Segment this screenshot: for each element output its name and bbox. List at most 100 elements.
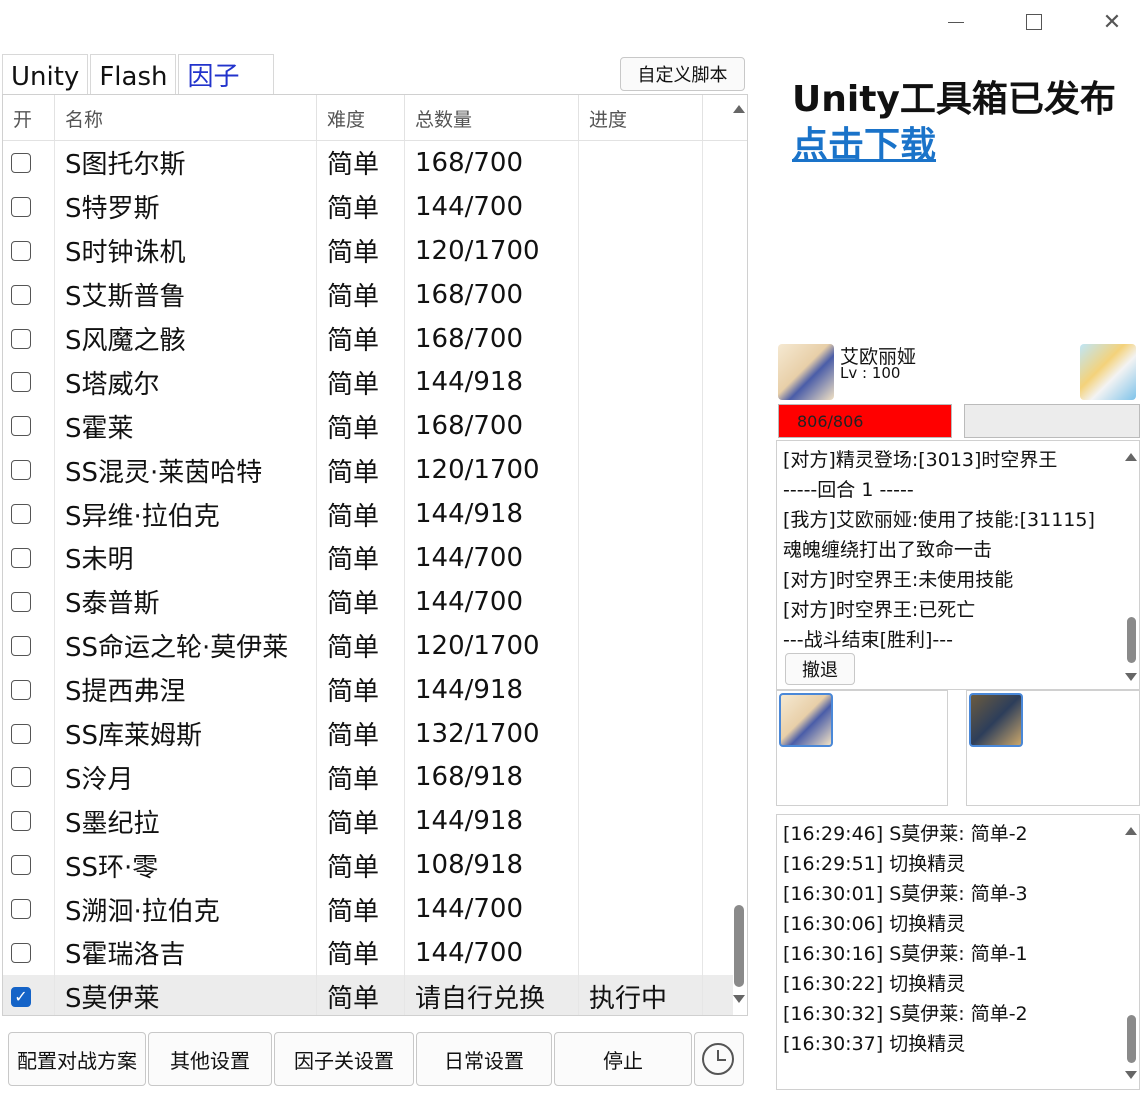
row-checkbox[interactable] bbox=[11, 372, 31, 393]
maximize-button[interactable] bbox=[1006, 4, 1062, 40]
scroll-down-icon[interactable] bbox=[1125, 1071, 1137, 1079]
table-row[interactable]: S溯洄·拉伯克 简单 144/700 bbox=[3, 887, 733, 932]
row-checkbox-cell[interactable] bbox=[3, 272, 55, 317]
enemy-pet-slot-avatar[interactable] bbox=[969, 693, 1023, 747]
scroll-up-icon[interactable] bbox=[733, 105, 745, 113]
row-checkbox[interactable] bbox=[11, 240, 31, 261]
factor-table: 开 名称 难度 总数量 进度 S图托尔斯 简单 168/700 S特罗斯 简单 144/7… bbox=[2, 94, 748, 1016]
row-checkbox[interactable] bbox=[11, 504, 31, 525]
table-row[interactable]: S霍瑞洛吉 简单 144/700 bbox=[3, 931, 733, 975]
custom-script-button[interactable]: 自定义脚本 bbox=[620, 57, 745, 91]
table-row[interactable]: SS混灵·莱茵哈特 简单 120/1700 bbox=[3, 448, 733, 493]
table-row[interactable]: S风魔之骸 简单 168/700 bbox=[3, 316, 733, 361]
row-checkbox-cell[interactable] bbox=[3, 141, 55, 185]
row-checkbox[interactable] bbox=[11, 899, 31, 920]
battle-log[interactable]: [对方]精灵登场:[3013]时空界王 -----回合 1 ----- [我方]艾欧… bbox=[776, 440, 1140, 690]
row-checkbox-cell[interactable] bbox=[3, 623, 55, 668]
table-row[interactable]: S塔威尔 简单 144/918 bbox=[3, 360, 733, 405]
row-checkbox[interactable]: ✓ bbox=[11, 986, 31, 1007]
row-checkbox-cell[interactable] bbox=[3, 184, 55, 229]
row-checkbox[interactable] bbox=[11, 152, 31, 173]
table-row[interactable]: S提西弗涅 简单 144/918 bbox=[3, 667, 733, 712]
scroll-up-icon[interactable] bbox=[1125, 827, 1137, 835]
minimize-button[interactable] bbox=[928, 4, 984, 40]
header-difficulty[interactable]: 难度 bbox=[317, 95, 405, 141]
table-row[interactable]: S时钟诛机 简单 120/1700 bbox=[3, 228, 733, 273]
row-checkbox[interactable] bbox=[11, 196, 31, 217]
row-name: S莫伊莱 bbox=[55, 974, 317, 1015]
row-checkbox-cell[interactable] bbox=[3, 843, 55, 888]
row-checkbox-cell[interactable] bbox=[3, 448, 55, 493]
row-checkbox[interactable] bbox=[11, 284, 31, 305]
table-row[interactable]: S艾斯普鲁 简单 168/700 bbox=[3, 272, 733, 317]
row-total: 144/700 bbox=[405, 579, 579, 624]
row-checkbox-cell[interactable] bbox=[3, 536, 55, 580]
header-name[interactable]: 名称 bbox=[55, 95, 317, 141]
row-checkbox[interactable] bbox=[11, 635, 31, 656]
row-checkbox[interactable] bbox=[11, 723, 31, 744]
row-checkbox-cell[interactable] bbox=[3, 316, 55, 361]
table-row[interactable]: S特罗斯 简单 144/700 bbox=[3, 184, 733, 229]
table-row[interactable]: S墨纪拉 简单 144/918 bbox=[3, 799, 733, 844]
row-checkbox[interactable] bbox=[11, 460, 31, 481]
tab-flash[interactable]: Flash bbox=[90, 54, 177, 94]
row-checkbox-cell[interactable] bbox=[3, 667, 55, 712]
table-row[interactable]: SS环·零 简单 108/918 bbox=[3, 843, 733, 888]
row-checkbox[interactable] bbox=[11, 416, 31, 437]
row-checkbox[interactable] bbox=[11, 942, 31, 963]
battle-plan-button[interactable]: 配置对战方案 bbox=[8, 1032, 146, 1086]
table-row[interactable]: S图托尔斯 简单 168/700 bbox=[3, 141, 733, 185]
row-checkbox[interactable] bbox=[11, 591, 31, 612]
table-row[interactable]: S未明 简单 144/700 bbox=[3, 536, 733, 580]
row-checkbox[interactable] bbox=[11, 855, 31, 876]
row-checkbox-cell[interactable] bbox=[3, 360, 55, 405]
row-checkbox[interactable] bbox=[11, 547, 31, 568]
table-row[interactable]: S泠月 简单 168/918 bbox=[3, 755, 733, 800]
header-total[interactable]: 总数量 bbox=[405, 95, 579, 141]
row-checkbox-cell[interactable] bbox=[3, 931, 55, 975]
row-checkbox-cell[interactable]: ✓ bbox=[3, 974, 55, 1015]
row-checkbox-cell[interactable] bbox=[3, 404, 55, 449]
scroll-thumb[interactable] bbox=[734, 905, 744, 987]
other-settings-button[interactable]: 其他设置 bbox=[148, 1032, 272, 1086]
row-checkbox-cell[interactable] bbox=[3, 711, 55, 756]
table-row[interactable]: S泰普斯 简单 144/700 bbox=[3, 579, 733, 624]
row-checkbox-cell[interactable] bbox=[3, 755, 55, 800]
retreat-button[interactable]: 撤退 bbox=[785, 653, 855, 685]
close-button[interactable]: ✕ bbox=[1084, 4, 1140, 40]
my-pet-slot-avatar[interactable] bbox=[779, 693, 833, 747]
enemy-pet-slot[interactable] bbox=[966, 690, 1140, 806]
table-scrollbar[interactable] bbox=[731, 95, 747, 1015]
daily-settings-button[interactable]: 日常设置 bbox=[416, 1032, 552, 1086]
row-checkbox-cell[interactable] bbox=[3, 492, 55, 537]
header-progress[interactable]: 进度 bbox=[579, 95, 703, 141]
row-progress bbox=[579, 887, 703, 932]
table-row[interactable]: S异维·拉伯克 简单 144/918 bbox=[3, 492, 733, 537]
table-row[interactable]: ✓ S莫伊莱 简单 请自行兑换 执行中 bbox=[3, 974, 733, 1015]
row-checkbox-cell[interactable] bbox=[3, 579, 55, 624]
row-checkbox-cell[interactable] bbox=[3, 799, 55, 844]
row-checkbox[interactable] bbox=[11, 767, 31, 788]
row-checkbox[interactable] bbox=[11, 328, 31, 349]
scroll-down-icon[interactable] bbox=[1125, 673, 1137, 681]
header-enable[interactable]: 开 bbox=[3, 95, 55, 141]
row-checkbox[interactable] bbox=[11, 679, 31, 700]
row-checkbox[interactable] bbox=[11, 811, 31, 832]
stop-button[interactable]: 停止 bbox=[554, 1032, 692, 1086]
row-checkbox-cell[interactable] bbox=[3, 887, 55, 932]
scroll-up-icon[interactable] bbox=[1125, 453, 1137, 461]
table-row[interactable]: SS命运之轮·莫伊莱 简单 120/1700 bbox=[3, 623, 733, 668]
my-pet-slot[interactable] bbox=[776, 690, 948, 806]
event-log[interactable]: [16:29:46] S莫伊莱: 简单-2 [16:29:51] 切换精灵 [16:… bbox=[776, 814, 1140, 1090]
battle-log-scroll-thumb[interactable] bbox=[1127, 617, 1136, 663]
table-row[interactable]: S霍莱 简单 168/700 bbox=[3, 404, 733, 449]
scroll-down-icon[interactable] bbox=[733, 995, 745, 1003]
download-link[interactable]: 点击下载 bbox=[792, 116, 936, 168]
tab-factor[interactable]: 因子 bbox=[178, 54, 275, 94]
tab-unity[interactable]: Unity bbox=[2, 54, 89, 94]
table-row[interactable]: SS库莱姆斯 简单 132/1700 bbox=[3, 711, 733, 756]
event-log-scroll-thumb[interactable] bbox=[1127, 1015, 1136, 1063]
row-name: S异维·拉伯克 bbox=[55, 492, 317, 537]
factor-settings-button[interactable]: 因子关设置 bbox=[274, 1032, 414, 1086]
row-checkbox-cell[interactable] bbox=[3, 228, 55, 273]
